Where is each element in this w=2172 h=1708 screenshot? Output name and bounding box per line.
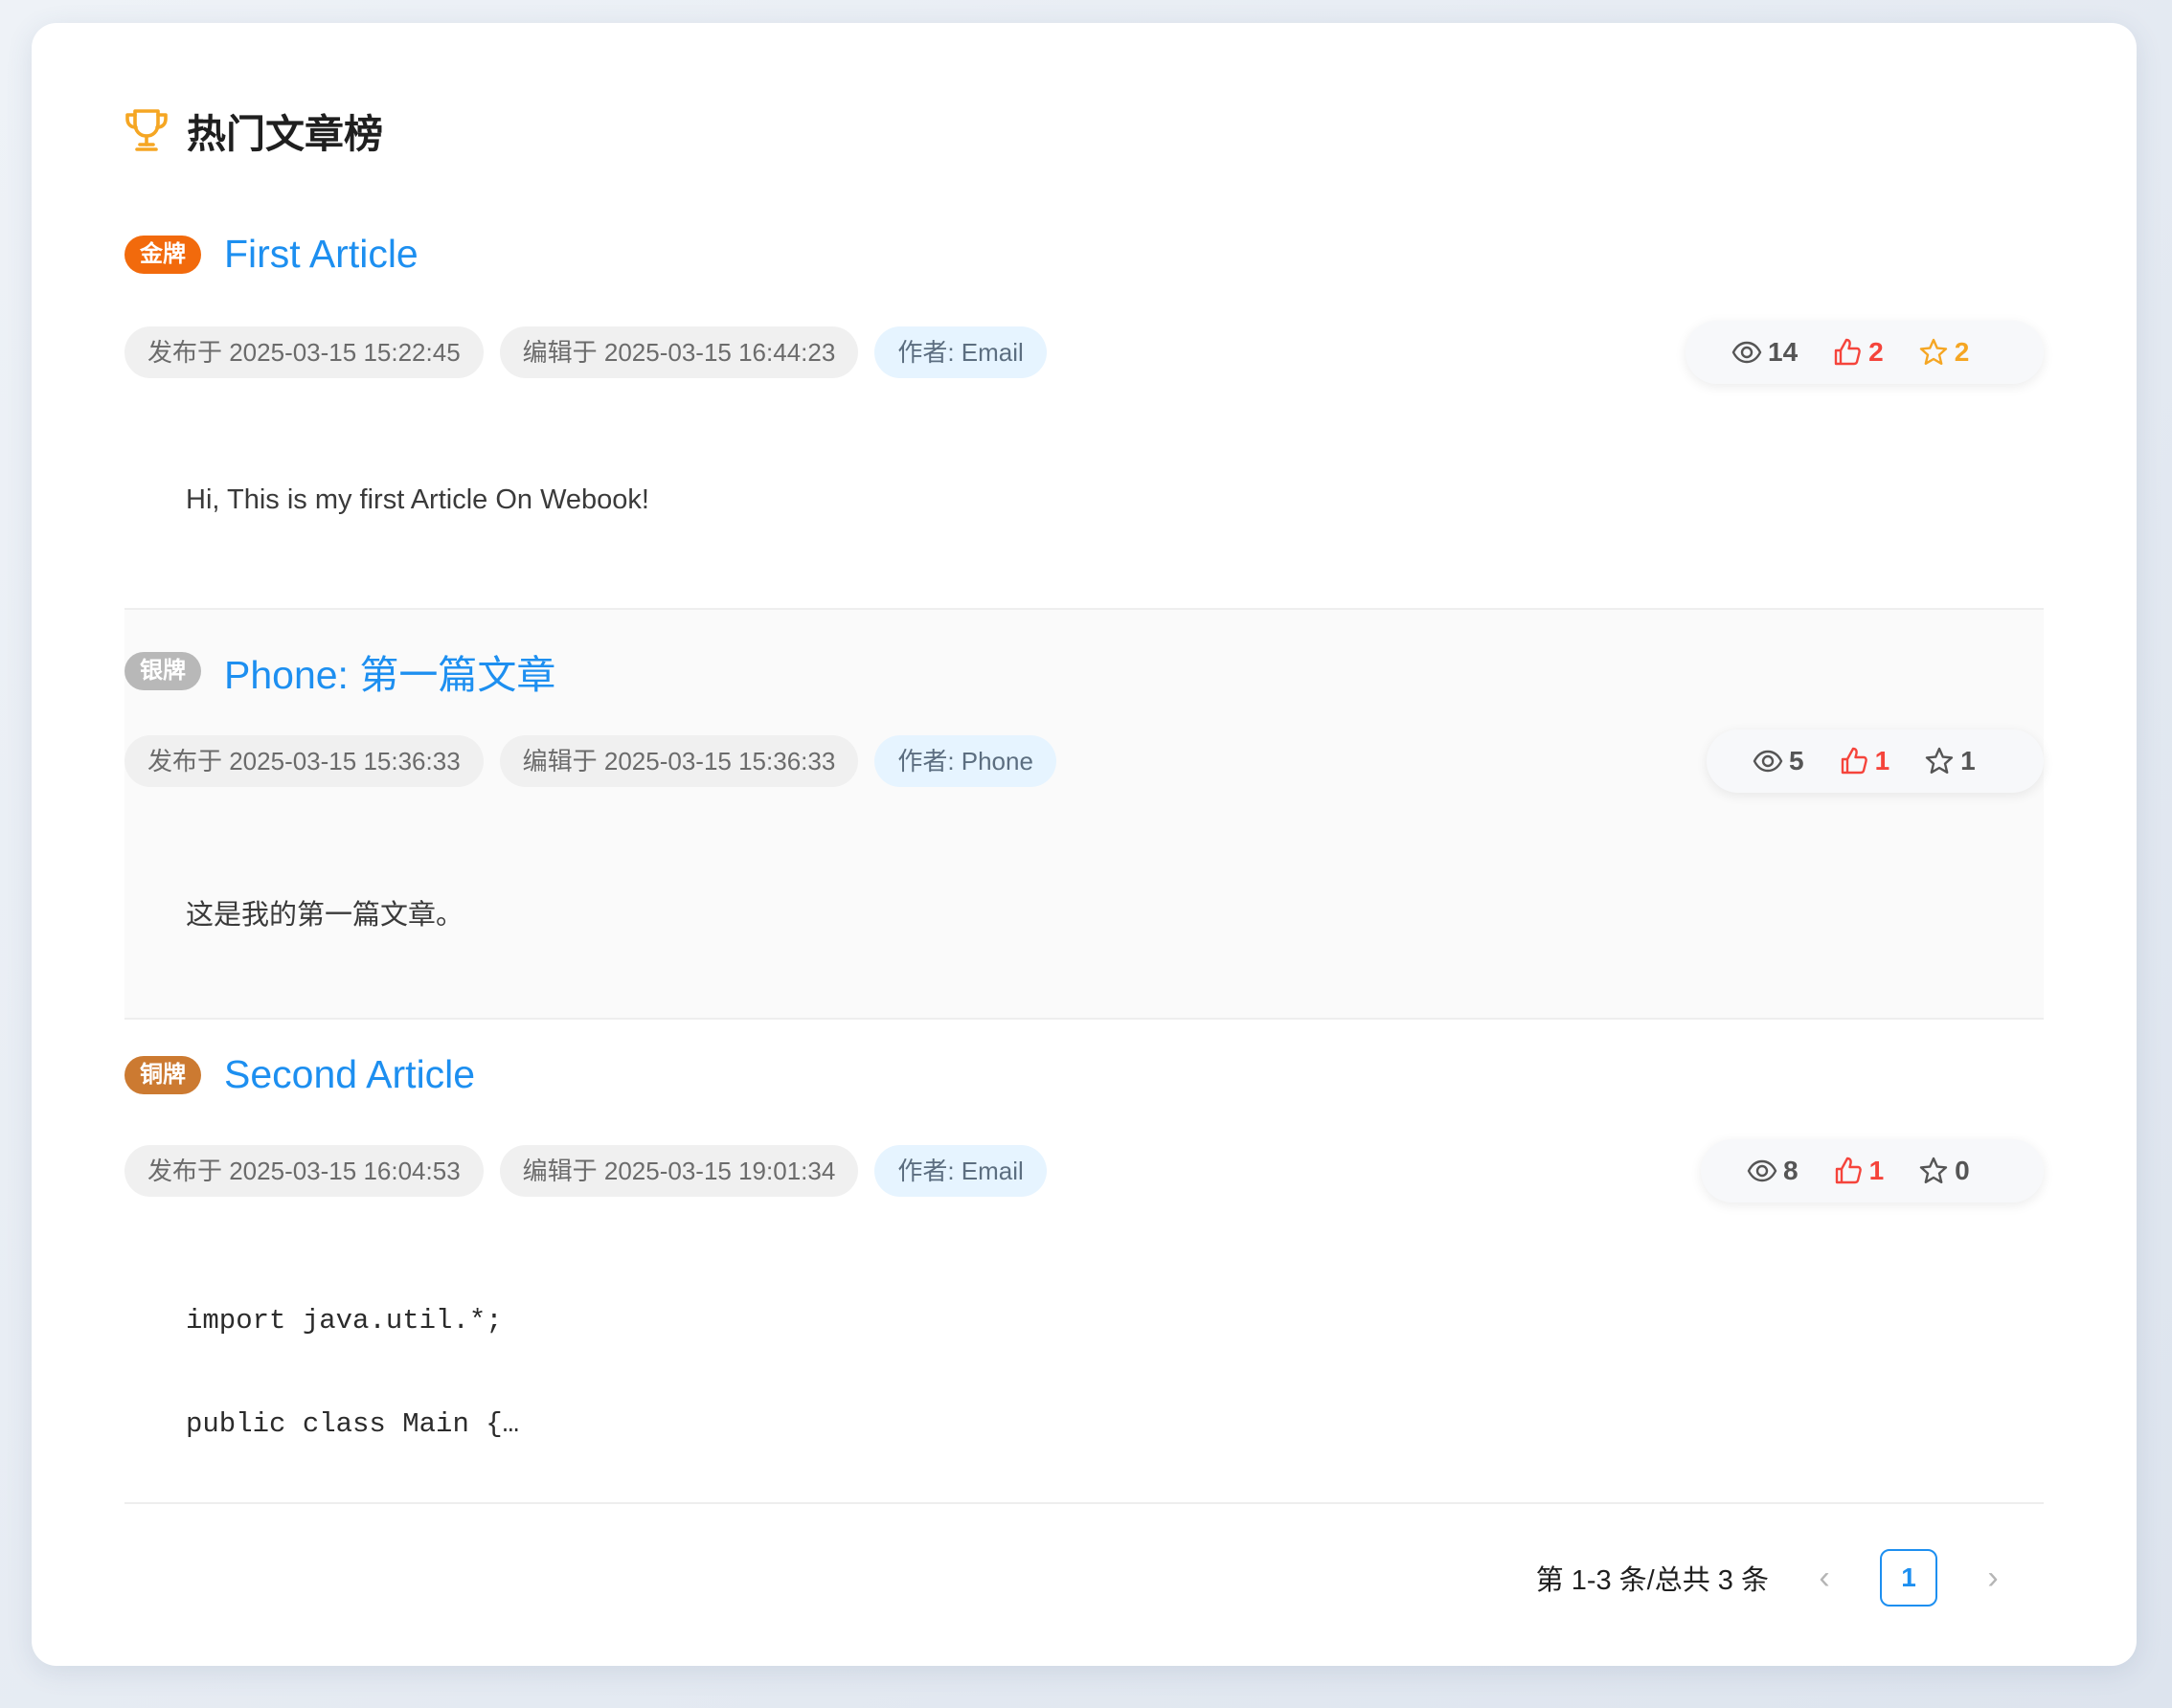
article-item-3[interactable]: 铜牌 Second Article 发布于 2025-03-15 16:04:5…: [124, 1020, 2044, 1504]
article-item-1[interactable]: 金牌 First Article 发布于 2025-03-15 15:22:45…: [124, 199, 2044, 610]
favorite-count-value: 1: [1960, 746, 1976, 775]
favorite-count[interactable]: 0: [1918, 1156, 1970, 1186]
view-count: 8: [1747, 1156, 1799, 1186]
pagination-total: 第 1-3 条/总共 3 条: [1535, 1565, 1769, 1596]
favorite-count[interactable]: 1: [1924, 746, 1976, 776]
published-time-chip: 发布于 2025-03-15 15:22:45: [124, 326, 484, 378]
article-title-row: 金牌 First Article: [124, 232, 419, 277]
like-count-value: 1: [1874, 746, 1890, 775]
view-count: 5: [1753, 746, 1804, 776]
ranking-card: 热门文章榜 金牌 First Article 发布于 2025-03-15 15…: [32, 23, 2137, 1666]
author-chip: 作者: Email: [874, 1145, 1047, 1197]
thumbs-up-icon: [1841, 747, 1867, 775]
published-time-chip: 发布于 2025-03-15 15:36:33: [124, 735, 484, 787]
code-line: import java.util.*;: [186, 1305, 503, 1337]
view-count-value: 8: [1783, 1156, 1799, 1185]
article-stats: 14 2 2: [1686, 321, 2044, 384]
eye-icon: [1753, 750, 1783, 773]
edited-time-chip: 编辑于 2025-03-15 16:44:23: [499, 326, 859, 378]
view-count-value: 5: [1789, 746, 1804, 775]
author-chip: 作者: Email: [874, 326, 1047, 378]
article-excerpt: Hi, This is my first Article On Webook!: [186, 484, 649, 515]
view-count: 14: [1731, 337, 1798, 368]
code-line: public class Main {…: [186, 1408, 520, 1440]
article-meta: 发布于 2025-03-15 15:36:33 编辑于 2025-03-15 1…: [124, 735, 1073, 787]
trophy-icon: [125, 109, 168, 151]
article-code-excerpt: import java.util.*; public class Main {…: [186, 1270, 519, 1476]
page-1-button[interactable]: 1: [1880, 1549, 1937, 1607]
favorite-count-value: 2: [1954, 337, 1970, 367]
article-meta: 发布于 2025-03-15 15:22:45 编辑于 2025-03-15 1…: [124, 326, 1063, 378]
star-icon: [1919, 1157, 1948, 1183]
like-count[interactable]: 1: [1839, 746, 1890, 776]
like-count[interactable]: 2: [1832, 337, 1884, 368]
like-count[interactable]: 1: [1833, 1156, 1885, 1186]
prev-page-button[interactable]: ‹: [1805, 1559, 1844, 1597]
edited-time-chip: 编辑于 2025-03-15 15:36:33: [499, 735, 859, 787]
article-title-row: 银牌 Phone: 第一篇文章: [124, 642, 555, 700]
next-page-button[interactable]: ›: [1974, 1559, 2012, 1597]
pagination: 第 1-3 条/总共 3 条 ‹ 1 ›: [1536, 1549, 2012, 1607]
gold-medal-badge: 金牌: [124, 235, 201, 274]
like-count-value: 1: [1868, 1156, 1885, 1185]
star-icon: [1925, 747, 1954, 774]
edited-time-chip: 编辑于 2025-03-15 19:01:34: [499, 1145, 859, 1197]
article-stats: 5 1 1: [1707, 730, 2044, 793]
divider: [124, 1502, 2044, 1504]
favorite-count[interactable]: 2: [1918, 337, 1970, 368]
article-title-link[interactable]: First Article: [224, 232, 419, 277]
article-title-row: 铜牌 Second Article: [124, 1052, 475, 1097]
eye-icon: [1747, 1159, 1777, 1182]
author-chip: 作者: Phone: [874, 735, 1056, 787]
eye-icon: [1731, 341, 1762, 364]
article-stats: 8 1 0: [1701, 1139, 2044, 1202]
thumbs-up-icon: [1835, 1157, 1862, 1184]
article-title-link[interactable]: Second Article: [224, 1052, 475, 1097]
favorite-count-value: 0: [1955, 1156, 1970, 1185]
thumbs-up-icon: [1834, 338, 1861, 366]
bronze-medal-badge: 铜牌: [124, 1055, 201, 1094]
article-meta: 发布于 2025-03-15 16:04:53 编辑于 2025-03-15 1…: [124, 1145, 1063, 1197]
silver-medal-badge: 银牌: [124, 652, 201, 690]
star-icon: [1919, 338, 1947, 365]
published-time-chip: 发布于 2025-03-15 16:04:53: [124, 1145, 484, 1197]
article-excerpt: 这是我的第一篇文章。: [186, 900, 464, 931]
page-title: 热门文章榜: [187, 112, 383, 156]
article-title-link[interactable]: Phone: 第一篇文章: [224, 642, 555, 700]
like-count-value: 2: [1868, 337, 1884, 367]
view-count-value: 14: [1768, 337, 1799, 367]
article-item-2[interactable]: 银牌 Phone: 第一篇文章 发布于 2025-03-15 15:36:33 …: [124, 610, 2044, 1020]
card-header: 热门文章榜: [124, 101, 383, 159]
